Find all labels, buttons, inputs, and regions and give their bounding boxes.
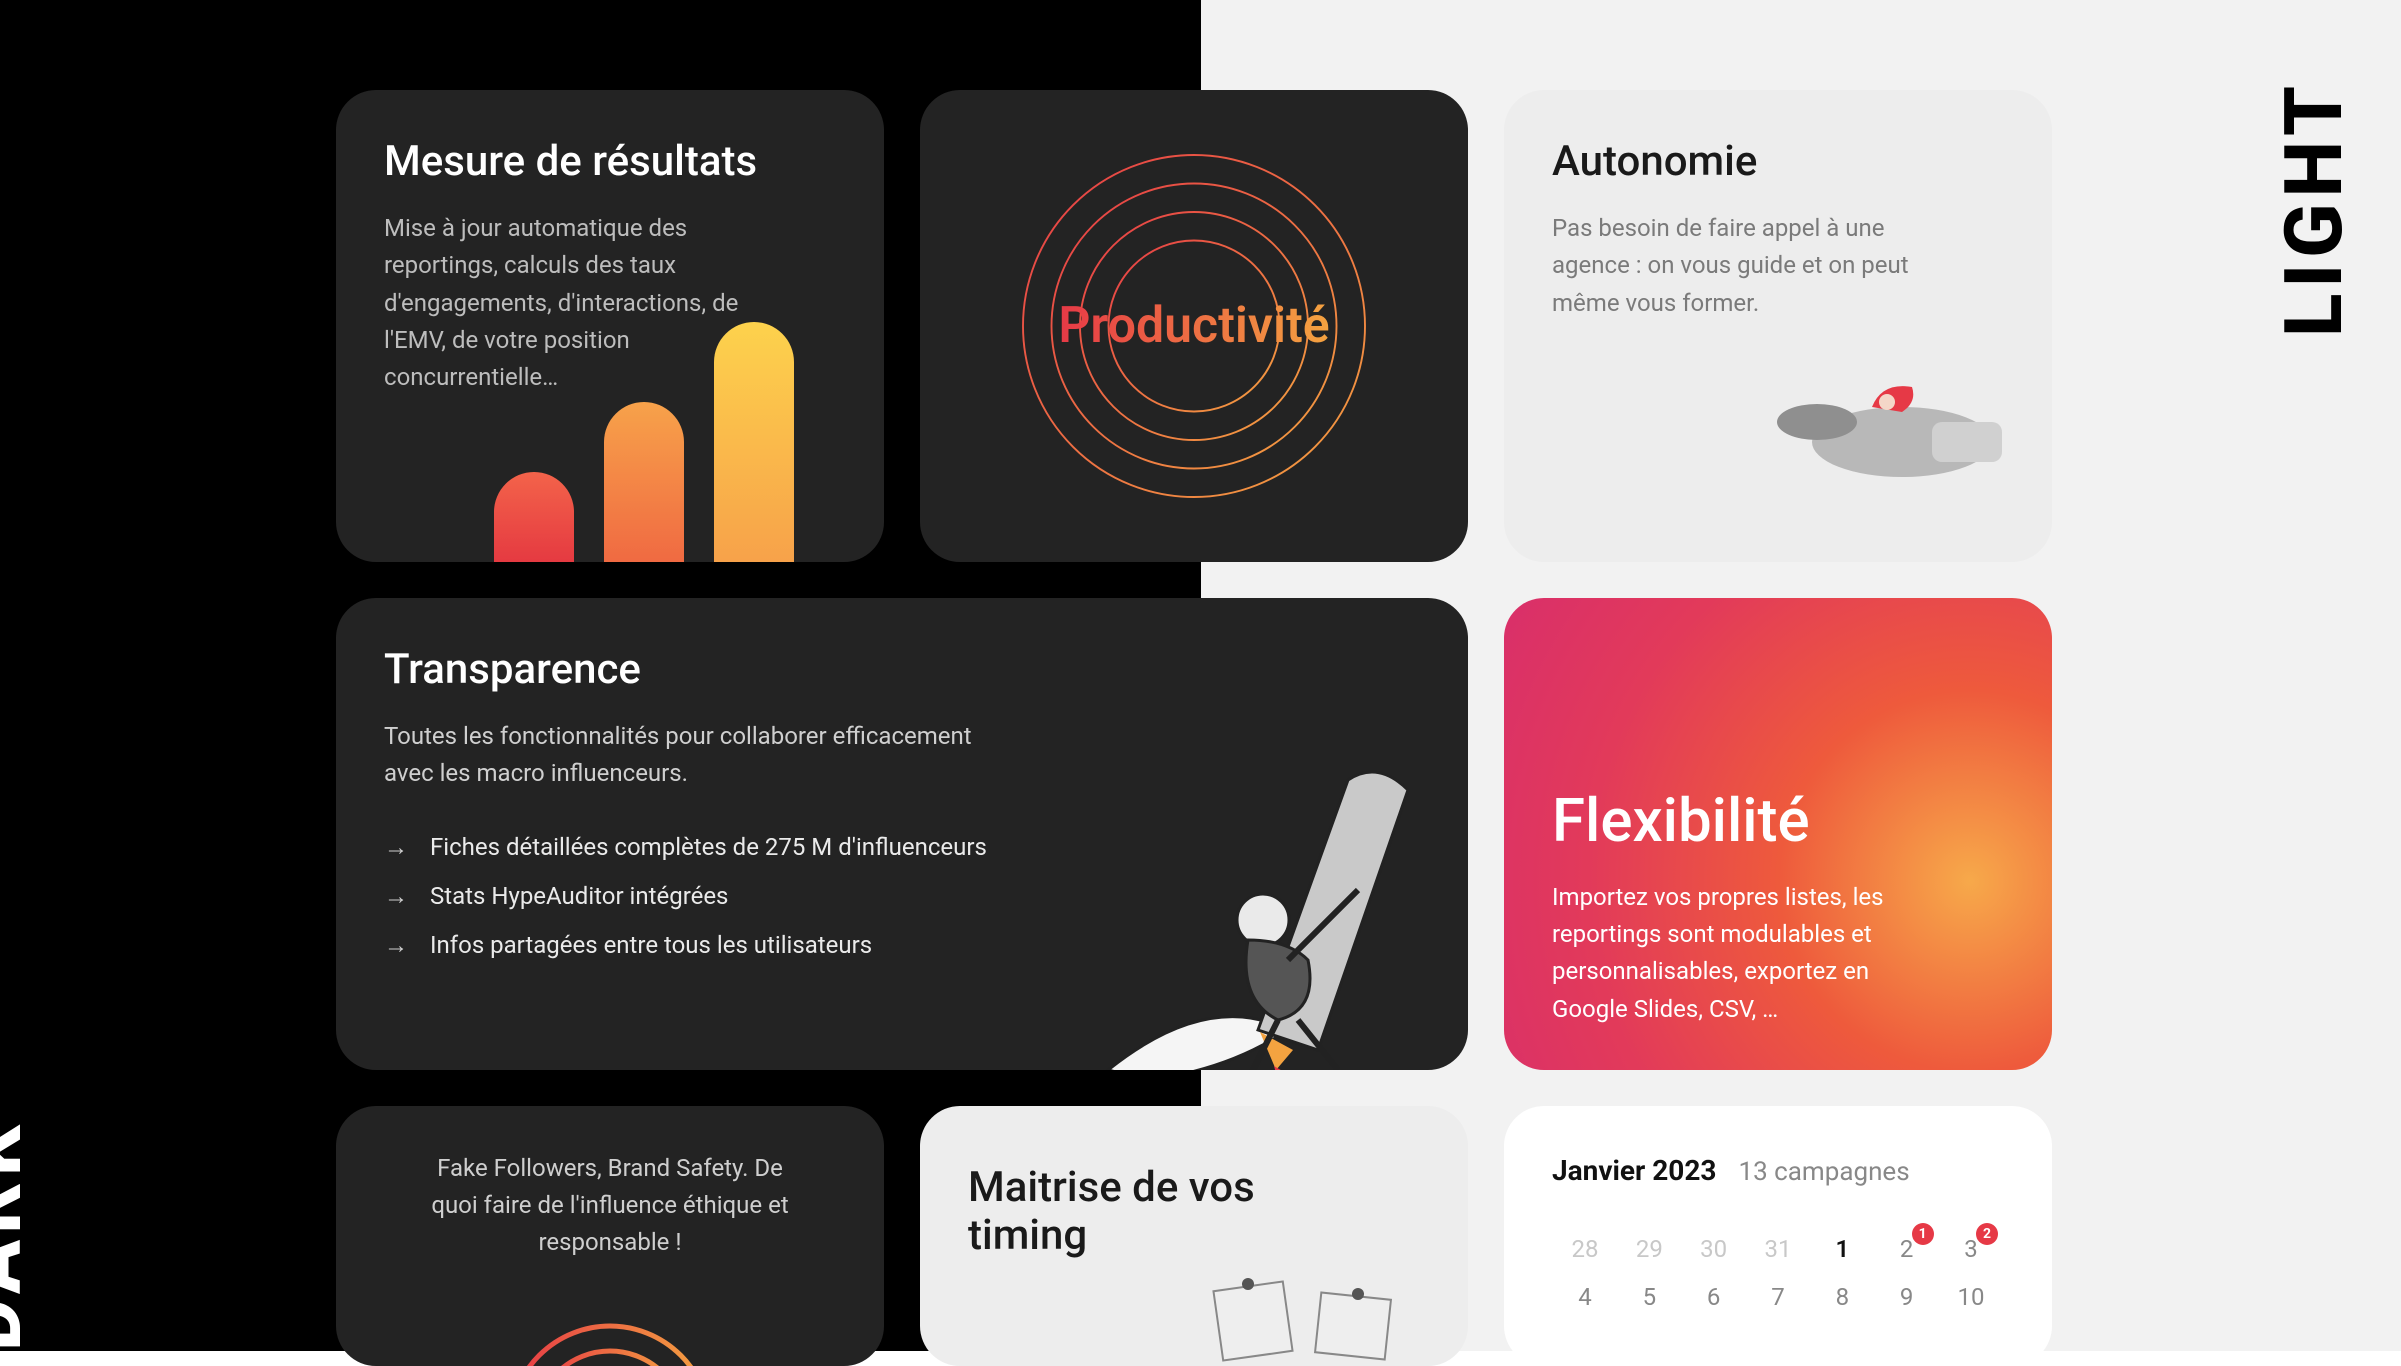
pencil-person-icon: [1088, 710, 1468, 1070]
card-fake-followers: Fake Followers, Brand Safety. De quoi fa…: [336, 1106, 884, 1366]
calendar-cell[interactable]: 5: [1620, 1283, 1678, 1311]
calendar-cell[interactable]: 6: [1685, 1283, 1743, 1311]
bar-3: [714, 322, 794, 562]
bar-2: [604, 402, 684, 562]
bar-1: [494, 472, 574, 562]
card-mesure-title: Mesure de résultats: [384, 138, 836, 186]
card-transparence-title: Transparence: [384, 646, 1420, 694]
arrow-icon: →: [384, 882, 412, 911]
card-flexibilite-desc: Importez vos propres listes, les reporti…: [1552, 879, 1912, 1028]
calendar-day: 3: [1964, 1235, 1978, 1263]
bullet-text: Infos partagées entre tous les utilisate…: [430, 931, 872, 959]
calendar-cell[interactable]: 29: [1620, 1235, 1678, 1263]
calendar-cell[interactable]: 30: [1685, 1235, 1743, 1263]
card-flexibilite: Flexibilité Importez vos propres listes,…: [1504, 598, 2052, 1070]
calendar-month: Janvier 2023: [1552, 1154, 1717, 1187]
calendar-cell[interactable]: 4: [1556, 1283, 1614, 1311]
card-productivite: Productivité: [920, 90, 1468, 562]
calendar-cell[interactable]: 10: [1942, 1283, 2000, 1311]
calendar-row-2: 4 5 6 7 8 9 10: [1552, 1283, 2004, 1311]
card-transparence-desc: Toutes les fonctionnalités pour collabor…: [384, 718, 1004, 792]
card-productivite-title: Productivité: [1058, 297, 1329, 355]
card-calendar: Janvier 2023 13 campagnes 28 29 30 31 1 …: [1504, 1106, 2052, 1366]
card-mesure: Mesure de résultats Mise à jour automati…: [336, 90, 884, 562]
calendar-cell[interactable]: 31: [1749, 1235, 1807, 1263]
bullet-text: Stats HypeAuditor intégrées: [430, 882, 728, 910]
calendar-cell[interactable]: 8: [1813, 1283, 1871, 1311]
arrow-icon: →: [384, 833, 412, 862]
calendar-cell[interactable]: 21: [1878, 1235, 1936, 1263]
calendar-header: Janvier 2023 13 campagnes: [1552, 1154, 2004, 1187]
card-autonomie-desc: Pas besoin de faire appel à une agence :…: [1552, 210, 1912, 322]
card-transparence: Transparence Toutes les fonctionnalités …: [336, 598, 1468, 1070]
calendar-cell[interactable]: 7: [1749, 1283, 1807, 1311]
gauge-arc-icon: [480, 1276, 740, 1366]
calendar-day: 2: [1900, 1235, 1914, 1263]
light-label: LIGHT: [2267, 80, 2361, 337]
bullet-text: Fiches détaillées complètes de 275 M d'i…: [430, 833, 987, 861]
calendar-cell[interactable]: 32: [1942, 1235, 2000, 1263]
calendar-campaigns: 13 campagnes: [1739, 1157, 1910, 1187]
pinned-notes-icon: [1208, 1246, 1408, 1366]
calendar-badge: 1: [1912, 1223, 1934, 1245]
calendar-cell[interactable]: 1: [1813, 1235, 1871, 1263]
calendar-cell[interactable]: 28: [1556, 1235, 1614, 1263]
bar-chart-icon: [494, 322, 794, 562]
card-fake-desc: Fake Followers, Brand Safety. De quoi fa…: [420, 1150, 800, 1262]
cards-grid: Mesure de résultats Mise à jour automati…: [336, 90, 2066, 1366]
dark-label: DARK: [0, 1119, 40, 1351]
plane-icon: [1722, 322, 2022, 522]
card-flexibilite-title: Flexibilité: [1552, 786, 2004, 855]
calendar-row-1: 28 29 30 31 1 21 32: [1552, 1235, 2004, 1263]
card-autonomie-title: Autonomie: [1552, 138, 2004, 186]
card-autonomie: Autonomie Pas besoin de faire appel à un…: [1504, 90, 2052, 562]
card-timing: Maitrise de vos timing: [920, 1106, 1468, 1366]
calendar-cell[interactable]: 9: [1878, 1283, 1936, 1311]
calendar-badge: 2: [1976, 1223, 1998, 1245]
arrow-icon: →: [384, 931, 412, 960]
